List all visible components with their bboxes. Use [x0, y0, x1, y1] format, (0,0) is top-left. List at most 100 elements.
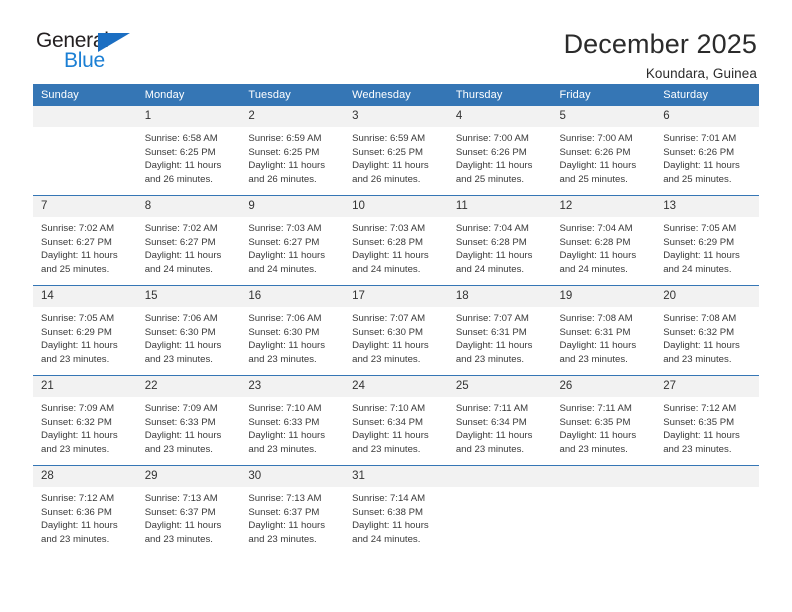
calendar-day-cell[interactable]: 17 Sunrise: 7:07 AM Sunset: 6:30 PM Dayligh…	[344, 285, 448, 376]
sunrise-text: Sunrise: 7:08 AM	[559, 313, 633, 324]
day-number: 19	[551, 286, 656, 307]
calendar-day-cell[interactable]: 6 Sunrise: 7:01 AM Sunset: 6:26 PM Daylight…	[655, 106, 759, 196]
calendar-day-cell[interactable]: 20 Sunrise: 7:08 AM Sunset: 6:32 PM Dayligh…	[655, 285, 759, 376]
calendar-day-cell[interactable]: 7 Sunrise: 7:02 AM Sunset: 6:27 PM Daylight…	[33, 195, 137, 286]
calendar-day-cell[interactable]: 3 Sunrise: 6:59 AM Sunset: 6:25 PM Daylight…	[344, 106, 448, 196]
day-number	[551, 466, 656, 487]
sunset-text: Sunset: 6:26 PM	[559, 146, 631, 158]
calendar-day-cell[interactable]: 30 Sunrise: 7:13 AM Sunset: 6:37 PM Dayligh…	[240, 465, 345, 555]
calendar-day-cell[interactable]: 31 Sunrise: 7:14 AM Sunset: 6:38 PM Dayligh…	[344, 465, 448, 555]
daylight-text-line1: Daylight: 11 hours	[41, 250, 118, 262]
calendar-day-cell[interactable]: 28 Sunrise: 7:12 AM Sunset: 6:36 PM Dayligh…	[33, 465, 137, 555]
day-details: Sunrise: 7:05 AM Sunset: 6:29 PM Daylight:…	[33, 307, 137, 366]
sunset-text: Sunset: 6:38 PM	[352, 506, 424, 518]
daylight-text-line2: and 26 minutes.	[144, 173, 213, 185]
daylight-text-line2: and 23 minutes.	[248, 443, 317, 455]
sunrise-text: Sunrise: 7:09 AM	[41, 403, 115, 414]
sunrise-text: Sunrise: 7:13 AM	[144, 493, 218, 504]
day-details: Sunrise: 7:06 AM Sunset: 6:30 PM Daylight:…	[137, 307, 241, 366]
day-number: 12	[551, 196, 656, 217]
day-details: Sunrise: 7:04 AM Sunset: 6:28 PM Daylight:…	[552, 217, 656, 276]
sunset-text: Sunset: 6:30 PM	[144, 326, 216, 338]
sunrise-text: Sunrise: 7:00 AM	[559, 133, 633, 144]
daylight-text-line2: and 23 minutes.	[559, 353, 628, 365]
calendar-day-cell[interactable]: 29 Sunrise: 7:13 AM Sunset: 6:37 PM Dayligh…	[136, 465, 241, 555]
calendar-day-cell[interactable]: 11 Sunrise: 7:04 AM Sunset: 6:28 PM Dayligh…	[447, 195, 552, 286]
day-number: 27	[655, 376, 759, 397]
calendar-week-row: 1 Sunrise: 6:58 AM Sunset: 6:25 PM Daylight…	[33, 106, 759, 196]
calendar-day-cell[interactable]: 23 Sunrise: 7:10 AM Sunset: 6:33 PM Dayligh…	[240, 375, 345, 466]
sunset-text: Sunset: 6:29 PM	[41, 326, 112, 338]
day-number: 30	[240, 466, 345, 487]
calendar-day-cell[interactable]: 2 Sunrise: 6:59 AM Sunset: 6:25 PM Daylight…	[240, 106, 345, 196]
calendar-day-cell[interactable]: 16 Sunrise: 7:06 AM Sunset: 6:30 PM Dayligh…	[240, 285, 345, 376]
sunrise-text: Sunrise: 7:06 AM	[144, 313, 218, 324]
logo-text-blue: Blue	[64, 49, 105, 72]
daylight-text-line1: Daylight: 11 hours	[559, 160, 637, 172]
calendar-day-cell[interactable]: 22 Sunrise: 7:09 AM Sunset: 6:33 PM Dayligh…	[136, 375, 241, 466]
sunset-text: Sunset: 6:32 PM	[663, 326, 735, 338]
daylight-text-line1: Daylight: 11 hours	[144, 430, 222, 442]
day-details: Sunrise: 7:02 AM Sunset: 6:27 PM Daylight:…	[137, 217, 241, 276]
day-number: 29	[136, 466, 241, 487]
daylight-text-line1: Daylight: 11 hours	[663, 340, 740, 352]
calendar-day-cell[interactable]: 19 Sunrise: 7:08 AM Sunset: 6:31 PM Dayligh…	[551, 285, 656, 376]
day-number: 2	[240, 106, 345, 127]
calendar-day-cell[interactable]: 12 Sunrise: 7:04 AM Sunset: 6:28 PM Dayligh…	[551, 195, 656, 286]
sunset-text: Sunset: 6:30 PM	[352, 326, 424, 338]
weekday-header-friday: Friday	[551, 84, 656, 106]
daylight-text-line1: Daylight: 11 hours	[663, 160, 740, 172]
calendar-day-cell[interactable]: 10 Sunrise: 7:03 AM Sunset: 6:28 PM Dayligh…	[344, 195, 448, 286]
daylight-text-line1: Daylight: 11 hours	[455, 340, 533, 352]
calendar-day-cell[interactable]: 25 Sunrise: 7:11 AM Sunset: 6:34 PM Dayligh…	[447, 375, 552, 466]
day-details: Sunrise: 6:59 AM Sunset: 6:25 PM Daylight:…	[240, 127, 344, 186]
daylight-text-line2: and 26 minutes.	[352, 173, 421, 185]
generalblue-logo[interactable]: General Blue	[33, 30, 143, 78]
sunrise-text: Sunrise: 6:59 AM	[248, 133, 322, 144]
day-details: Sunrise: 7:05 AM Sunset: 6:29 PM Daylight:…	[655, 217, 759, 276]
sunrise-text: Sunrise: 7:05 AM	[41, 313, 115, 324]
calendar-day-cell[interactable]: 8 Sunrise: 7:02 AM Sunset: 6:27 PM Daylight…	[136, 195, 241, 286]
daylight-text-line2: and 23 minutes.	[455, 353, 525, 365]
calendar-day-cell[interactable]: 27 Sunrise: 7:12 AM Sunset: 6:35 PM Dayligh…	[655, 375, 759, 466]
calendar-week-row: 28 Sunrise: 7:12 AM Sunset: 6:36 PM Dayligh…	[33, 465, 759, 555]
calendar-day-cell[interactable]: 5 Sunrise: 7:00 AM Sunset: 6:26 PM Daylight…	[551, 106, 656, 196]
sunrise-text: Sunrise: 7:04 AM	[559, 223, 633, 234]
calendar-day-cell[interactable]: 21 Sunrise: 7:09 AM Sunset: 6:32 PM Dayligh…	[33, 375, 137, 466]
calendar-day-cell[interactable]: 1 Sunrise: 6:58 AM Sunset: 6:25 PM Daylight…	[136, 106, 241, 196]
calendar-week-row: 21 Sunrise: 7:09 AM Sunset: 6:32 PM Dayligh…	[33, 375, 759, 466]
day-details: Sunrise: 7:01 AM Sunset: 6:26 PM Daylight:…	[655, 127, 759, 186]
calendar-day-cell[interactable]: 4 Sunrise: 7:00 AM Sunset: 6:26 PM Daylight…	[447, 106, 552, 196]
calendar-day-cell[interactable]: 15 Sunrise: 7:06 AM Sunset: 6:30 PM Dayligh…	[136, 285, 241, 376]
day-details: Sunrise: 7:00 AM Sunset: 6:26 PM Daylight:…	[448, 127, 552, 186]
daylight-text-line1: Daylight: 11 hours	[352, 520, 429, 532]
calendar-body: 1 Sunrise: 6:58 AM Sunset: 6:25 PM Daylight…	[33, 106, 759, 555]
calendar-day-cell[interactable]: 18 Sunrise: 7:07 AM Sunset: 6:31 PM Dayligh…	[447, 285, 552, 376]
sunset-text: Sunset: 6:37 PM	[248, 506, 320, 518]
calendar-day-cell[interactable]: 13 Sunrise: 7:05 AM Sunset: 6:29 PM Dayligh…	[655, 195, 759, 286]
day-number: 9	[240, 196, 345, 217]
day-details: Sunrise: 7:10 AM Sunset: 6:34 PM Daylight:…	[344, 397, 448, 456]
day-details: Sunrise: 7:06 AM Sunset: 6:30 PM Daylight:…	[240, 307, 344, 366]
calendar-day-cell[interactable]: 14 Sunrise: 7:05 AM Sunset: 6:29 PM Dayligh…	[33, 285, 137, 376]
daylight-text-line1: Daylight: 11 hours	[352, 160, 429, 172]
daylight-text-line1: Daylight: 11 hours	[144, 340, 222, 352]
day-number: 31	[344, 466, 448, 487]
day-details: Sunrise: 7:09 AM Sunset: 6:33 PM Daylight:…	[137, 397, 241, 456]
daylight-text-line2: and 23 minutes.	[248, 353, 317, 365]
day-number: 21	[33, 376, 137, 397]
sunset-text: Sunset: 6:33 PM	[144, 416, 216, 428]
sunrise-text: Sunrise: 6:58 AM	[144, 133, 218, 144]
daylight-text-line1: Daylight: 11 hours	[352, 340, 429, 352]
sunrise-text: Sunrise: 7:07 AM	[455, 313, 529, 324]
day-number	[447, 466, 552, 487]
daylight-text-line2: and 23 minutes.	[41, 353, 110, 365]
calendar-day-cell[interactable]: 9 Sunrise: 7:03 AM Sunset: 6:27 PM Daylight…	[240, 195, 345, 286]
sunset-text: Sunset: 6:31 PM	[559, 326, 631, 338]
day-number: 14	[33, 286, 137, 307]
calendar-day-cell[interactable]: 26 Sunrise: 7:11 AM Sunset: 6:35 PM Dayligh…	[551, 375, 656, 466]
calendar-day-cell[interactable]: 24 Sunrise: 7:10 AM Sunset: 6:34 PM Dayligh…	[344, 375, 448, 466]
daylight-text-line2: and 25 minutes.	[41, 263, 110, 275]
day-number: 7	[33, 196, 137, 217]
day-details: Sunrise: 7:11 AM Sunset: 6:35 PM Daylight:…	[552, 397, 656, 456]
